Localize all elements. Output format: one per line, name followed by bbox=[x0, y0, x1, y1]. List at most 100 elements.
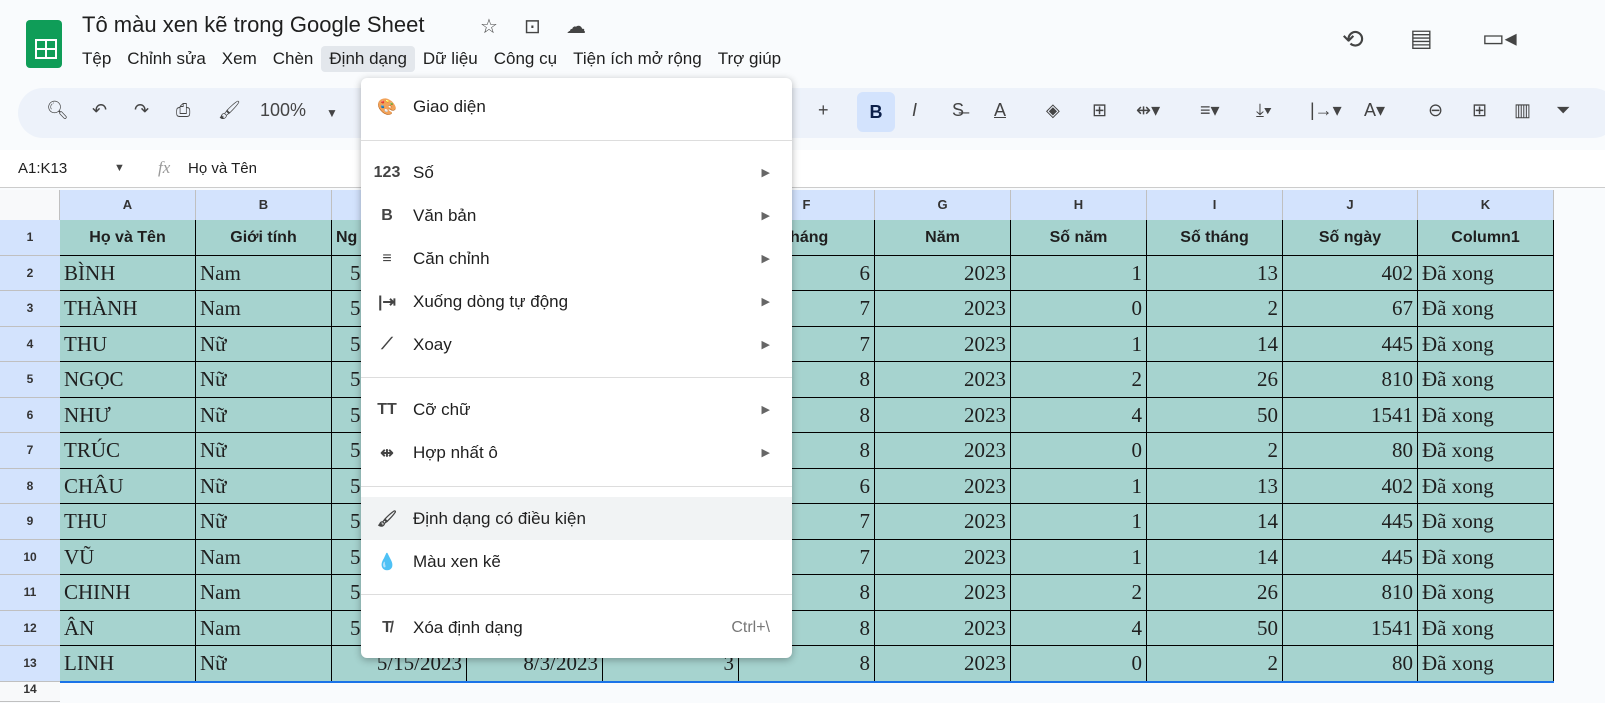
table-cell[interactable]: Đã xong bbox=[1418, 326, 1554, 362]
print-icon[interactable]: ⎙ bbox=[176, 100, 190, 121]
table-cell[interactable]: THU bbox=[60, 326, 196, 362]
merge-cells-icon[interactable]: ⇹▾ bbox=[1136, 100, 1160, 121]
table-cell[interactable]: Đã xong bbox=[1418, 539, 1554, 575]
chevron-down-icon[interactable]: ▼ bbox=[114, 162, 125, 174]
document-title[interactable]: Tô màu xen kẽ trong Google Sheet bbox=[82, 12, 424, 38]
table-cell[interactable]: 0 bbox=[1011, 646, 1147, 682]
menu-item-droplet[interactable]: 💧 Màu xen kẽ bbox=[361, 540, 792, 583]
table-cell[interactable]: ÂN bbox=[60, 610, 196, 646]
table-cell[interactable]: Nữ bbox=[196, 433, 332, 469]
table-cell[interactable]: Đã xong bbox=[1418, 433, 1554, 469]
table-cell[interactable]: 445 bbox=[1283, 326, 1418, 362]
table-cell[interactable]: 1541 bbox=[1283, 610, 1418, 646]
table-cell[interactable]: Nữ bbox=[196, 504, 332, 540]
menu-item-palette[interactable]: 🎨 Giao diện bbox=[361, 85, 792, 128]
text-color-icon[interactable]: A bbox=[994, 100, 1006, 121]
filter-icon[interactable]: ⏷ bbox=[1556, 100, 1570, 121]
table-cell[interactable]: 14 bbox=[1147, 504, 1283, 540]
table-cell[interactable]: 2023 bbox=[875, 326, 1011, 362]
cloud-saved-icon[interactable]: ☁ bbox=[566, 14, 586, 39]
table-cell[interactable]: 50 bbox=[1147, 610, 1283, 646]
table-cell[interactable]: 4 bbox=[1011, 397, 1147, 433]
move-folder-icon[interactable]: ⊡ bbox=[524, 14, 541, 39]
table-cell[interactable]: THÀNH bbox=[60, 291, 196, 327]
increase-font-icon[interactable]: + bbox=[818, 100, 829, 121]
table-cell[interactable]: 1 bbox=[1011, 468, 1147, 504]
selection-border[interactable] bbox=[60, 680, 1554, 683]
table-cell[interactable]: 4 bbox=[1011, 610, 1147, 646]
menu-extensions[interactable]: Tiện ích mở rộng bbox=[565, 46, 710, 72]
insert-comment-icon[interactable]: ⊞ bbox=[1472, 100, 1487, 121]
table-cell[interactable]: 2023 bbox=[875, 575, 1011, 611]
comment-icon[interactable]: ▤ bbox=[1410, 24, 1433, 53]
header-cell[interactable]: Năm bbox=[875, 220, 1011, 256]
chevron-down-icon[interactable]: ▼ bbox=[326, 106, 338, 120]
table-cell[interactable]: 2 bbox=[1147, 433, 1283, 469]
menu-file[interactable]: Tệp bbox=[74, 46, 119, 72]
table-cell[interactable]: Đã xong bbox=[1418, 575, 1554, 611]
zoom-select[interactable]: 100% bbox=[260, 100, 306, 121]
undo-icon[interactable]: ↶ bbox=[92, 100, 107, 121]
fill-color-icon[interactable]: ◈ bbox=[1046, 100, 1060, 121]
chart-icon[interactable]: ▥ bbox=[1514, 100, 1531, 121]
header-cell[interactable]: Họ và Tên bbox=[60, 220, 196, 256]
table-cell[interactable]: Nam bbox=[196, 539, 332, 575]
bold-icon[interactable]: B bbox=[857, 92, 895, 132]
table-cell[interactable]: 0 bbox=[1011, 291, 1147, 327]
table-cell[interactable]: 50 bbox=[1147, 397, 1283, 433]
table-cell[interactable]: 402 bbox=[1283, 468, 1418, 504]
table-cell[interactable]: 26 bbox=[1147, 575, 1283, 611]
table-cell[interactable]: Nữ bbox=[196, 468, 332, 504]
borders-icon[interactable]: ⊞ bbox=[1092, 100, 1107, 121]
header-cell[interactable]: Column1 bbox=[1418, 220, 1554, 256]
header-cell[interactable]: Giới tính bbox=[196, 220, 332, 256]
table-cell[interactable]: 2023 bbox=[875, 362, 1011, 398]
table-cell[interactable]: 2023 bbox=[875, 610, 1011, 646]
table-cell[interactable]: Đã xong bbox=[1418, 504, 1554, 540]
table-cell[interactable]: 2023 bbox=[875, 255, 1011, 291]
menu-item-align[interactable]: ≡ Căn chỉnh ▶ bbox=[361, 237, 792, 280]
table-cell[interactable]: 14 bbox=[1147, 326, 1283, 362]
table-cell[interactable]: Đã xong bbox=[1418, 255, 1554, 291]
table-cell[interactable]: 445 bbox=[1283, 539, 1418, 575]
table-cell[interactable]: 80 bbox=[1283, 646, 1418, 682]
table-cell[interactable]: 13 bbox=[1147, 255, 1283, 291]
table-cell[interactable]: VŨ bbox=[60, 539, 196, 575]
history-icon[interactable]: ⟲ bbox=[1342, 24, 1364, 55]
star-icon[interactable]: ☆ bbox=[480, 14, 498, 39]
table-cell[interactable]: 0 bbox=[1011, 433, 1147, 469]
menu-help[interactable]: Trợ giúp bbox=[710, 46, 789, 72]
table-cell[interactable]: LINH bbox=[60, 646, 196, 682]
menu-item-clear-format[interactable]: T̸ Xóa định dạng Ctrl+\ bbox=[361, 606, 792, 649]
table-cell[interactable]: 1 bbox=[1011, 504, 1147, 540]
table-cell[interactable]: 810 bbox=[1283, 362, 1418, 398]
table-cell[interactable]: Đã xong bbox=[1418, 291, 1554, 327]
link-icon[interactable]: ⊖ bbox=[1428, 100, 1443, 121]
table-cell[interactable]: NHƯ bbox=[60, 397, 196, 433]
table-cell[interactable]: 13 bbox=[1147, 468, 1283, 504]
table-cell[interactable]: 2023 bbox=[875, 646, 1011, 682]
menu-view[interactable]: Xem bbox=[214, 46, 265, 72]
redo-icon[interactable]: ↷ bbox=[134, 100, 149, 121]
table-cell[interactable]: 402 bbox=[1283, 255, 1418, 291]
table-cell[interactable]: BÌNH bbox=[60, 255, 196, 291]
menu-insert[interactable]: Chèn bbox=[265, 46, 322, 72]
table-cell[interactable]: 26 bbox=[1147, 362, 1283, 398]
table-cell[interactable]: 80 bbox=[1283, 433, 1418, 469]
menu-item-paint-roller[interactable]: 🖌 Định dạng có điều kiện bbox=[361, 497, 792, 540]
table-cell[interactable]: Đã xong bbox=[1418, 646, 1554, 682]
table-cell[interactable]: Nữ bbox=[196, 362, 332, 398]
horizontal-align-icon[interactable]: ≡▾ bbox=[1200, 100, 1220, 121]
menu-format[interactable]: Định dạng bbox=[321, 46, 415, 72]
table-cell[interactable]: Đã xong bbox=[1418, 397, 1554, 433]
table-cell[interactable]: Đã xong bbox=[1418, 362, 1554, 398]
menu-item-merge[interactable]: ⇹ Hợp nhất ô ▶ bbox=[361, 431, 792, 474]
menu-item-number[interactable]: 123 Số ▶ bbox=[361, 151, 792, 194]
table-cell[interactable]: CHINH bbox=[60, 575, 196, 611]
header-cell[interactable]: Số năm bbox=[1011, 220, 1147, 256]
table-cell[interactable]: 2023 bbox=[875, 539, 1011, 575]
meet-icon[interactable]: ▭◂ bbox=[1482, 24, 1517, 53]
header-cell[interactable]: Số tháng bbox=[1147, 220, 1283, 256]
table-cell[interactable]: Nam bbox=[196, 575, 332, 611]
italic-icon[interactable]: I bbox=[912, 100, 917, 121]
